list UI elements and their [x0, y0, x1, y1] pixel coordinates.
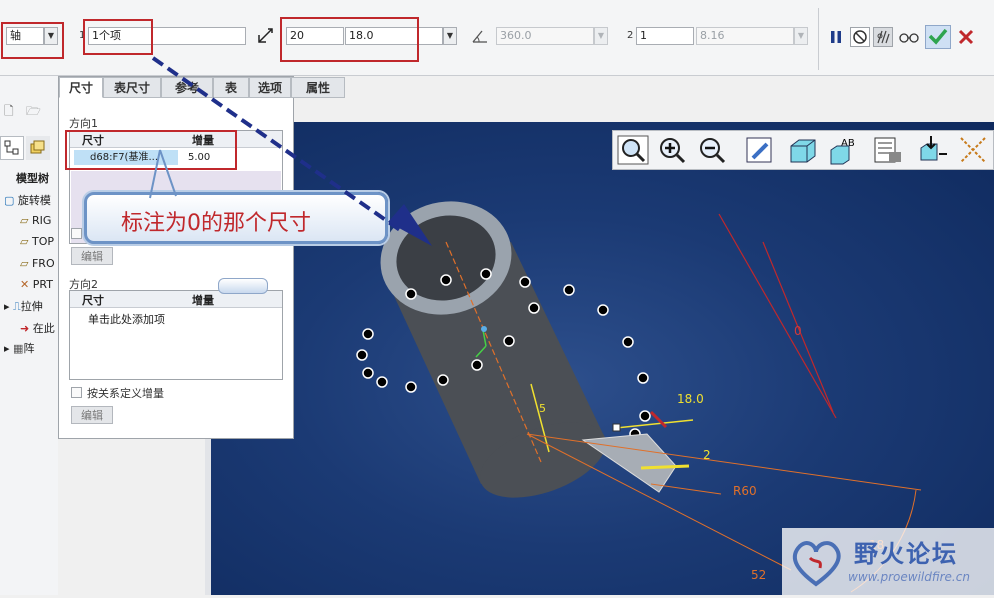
toolbar-separator [818, 8, 819, 70]
zoom-out-icon[interactable] [695, 134, 729, 166]
highlight-box-dimension [65, 130, 237, 170]
tree-item-csys[interactable]: ✕ PRT [20, 278, 53, 291]
tree-item-label: PRT [32, 278, 53, 291]
expand-arrow-icon[interactable]: ▸ [4, 300, 10, 313]
tree-item-insert-here[interactable]: ➜ 在此 [20, 320, 55, 336]
relation-checkbox-label: 按关系定义增量 [87, 387, 164, 400]
dim-label-r60[interactable]: R60 [733, 484, 757, 498]
insert-arrow-icon: ➜ [20, 322, 30, 335]
edit-button-1[interactable]: 编辑 [71, 247, 113, 265]
watermark-url: www.proewildfire.cn [848, 570, 970, 584]
glasses-icon[interactable] [898, 27, 919, 47]
dir2-increment-field: 8.16 [696, 27, 794, 45]
tree-tab-icon[interactable] [0, 136, 24, 160]
tree-item-label: 在此 [32, 322, 55, 335]
datum-plane-icon: ▱ [20, 235, 29, 248]
open-folder-icon[interactable]: 🗁 [26, 102, 41, 123]
dir2-index-label: 2 [627, 30, 634, 41]
callout-text: 标注为0的那个尺寸 [121, 211, 311, 236]
dim-label-18[interactable]: 18.0 [677, 392, 704, 406]
tab-table-dimensions[interactable]: 表尺寸 [103, 77, 161, 98]
add-item-placeholder[interactable]: 单击此处添加项 [88, 311, 165, 327]
model-tree-title: 模型树 [16, 172, 49, 185]
tab-references[interactable]: 参考 [161, 77, 213, 98]
expand-arrow-icon[interactable]: ▸ [4, 342, 10, 355]
dim-label-2[interactable]: 2 [703, 448, 711, 462]
col-increment: 增量 [192, 294, 214, 307]
tree-item-root[interactable]: ▢ 旋转模 [4, 192, 51, 208]
tab-options[interactable]: 选项 [249, 77, 291, 98]
part-icon: ▢ [4, 194, 15, 207]
tree-item-label: TOP [31, 235, 54, 248]
relation-checkbox-1[interactable] [71, 228, 82, 239]
dim-label-5[interactable]: 5 [539, 402, 546, 415]
tab-dimensions[interactable]: 尺寸 [59, 77, 103, 98]
arrow-bubble [218, 278, 268, 294]
datum-plane-icon: ▱ [20, 257, 29, 270]
preview-icon[interactable] [873, 27, 893, 47]
dir1-group-label: 方向1 [69, 117, 98, 130]
datum-display-icon[interactable] [957, 134, 991, 166]
tree-item-label: RIG [31, 214, 52, 227]
saved-views-icon[interactable]: AB [827, 134, 861, 166]
angle-extent-icon [470, 26, 490, 46]
tree-item-front[interactable]: ▱ FRO [20, 257, 55, 270]
dir2-count-field[interactable]: 1 [636, 27, 694, 45]
tab-properties[interactable]: 属性 [291, 77, 345, 98]
display-style-icon[interactable] [785, 134, 819, 166]
view-manager-icon[interactable] [871, 134, 905, 166]
tree-item-pattern[interactable]: ▸ ▦阵 [4, 340, 34, 356]
angle-extent-field: 360.0 [496, 27, 594, 45]
annotation-callout: 标注为0的那个尺寸 [84, 192, 388, 244]
watermark-logo: 野火论坛 www.proewildfire.cn [782, 528, 994, 595]
chevron-down-icon[interactable]: ▼ [443, 27, 457, 45]
pause-icon[interactable] [826, 27, 846, 47]
chevron-down-icon: ▼ [594, 27, 608, 45]
tree-item-right[interactable]: ▱ RIG [20, 214, 51, 227]
csys-icon: ✕ [20, 278, 30, 291]
dashboard-toolbar: 轴 ▼ 1 1个项 20 18.0 ▼ 360.0 ▼ 2 1 8.16 ▼ [0, 0, 994, 76]
tree-item-label: FRO [31, 257, 55, 270]
refit-icon[interactable] [616, 134, 650, 166]
tree-item-extrude[interactable]: ▸ ⎍拉伸 [4, 298, 43, 314]
layers-tab-icon[interactable] [26, 136, 50, 160]
extrude-icon: ⎍ [13, 300, 21, 313]
close-icon[interactable] [956, 27, 976, 47]
dir2-dimension-table: 尺寸 增量 单击此处添加项 [69, 290, 283, 380]
file-toolbar: 🗋 🗁 [2, 102, 54, 118]
highlight-box-type [1, 22, 64, 59]
tab-table[interactable]: 表 [213, 77, 249, 98]
chevron-down-icon: ▼ [794, 27, 808, 45]
pattern-icon: ▦ [13, 342, 24, 355]
flip-direction-icon[interactable] [256, 26, 276, 46]
new-file-icon[interactable]: 🗋 [4, 102, 14, 123]
repaint-icon[interactable] [743, 134, 777, 166]
datum-plane-icon: ▱ [20, 214, 29, 227]
highlight-box-increment [280, 17, 419, 62]
dimensions-panel: 尺寸 表尺寸 参考 表 选项 属性 方向1 尺寸 增量 d68:F7(基准...… [58, 76, 345, 439]
dim-label-0[interactable]: 0 [794, 324, 802, 338]
col-dimension: 尺寸 [82, 294, 104, 307]
relation-checkbox-2[interactable] [71, 387, 82, 398]
highlight-box-items [83, 19, 153, 55]
check-icon[interactable] [925, 25, 951, 49]
tree-item-top[interactable]: ▱ TOP [20, 235, 54, 248]
tree-item-label: 阵 [23, 342, 35, 355]
dim-label-52[interactable]: 52 [751, 568, 766, 582]
zoom-in-icon[interactable] [655, 134, 689, 166]
edit-button-2[interactable]: 编辑 [71, 406, 113, 424]
model-tree-panel: 🗋 🗁 模型树 ▢ 旋转模 ▱ RIG ▱ TOP ▱ FRO ✕ PRT ▸ … [0, 76, 58, 595]
watermark-title: 野火论坛 [854, 540, 958, 568]
tree-item-label: 旋转模 [17, 194, 51, 207]
tree-item-label: 拉伸 [20, 300, 43, 313]
orient-icon[interactable] [915, 134, 949, 166]
stop-icon[interactable] [850, 27, 870, 47]
view-toolbar: AB [612, 130, 994, 170]
heart-logo-icon [792, 541, 841, 587]
